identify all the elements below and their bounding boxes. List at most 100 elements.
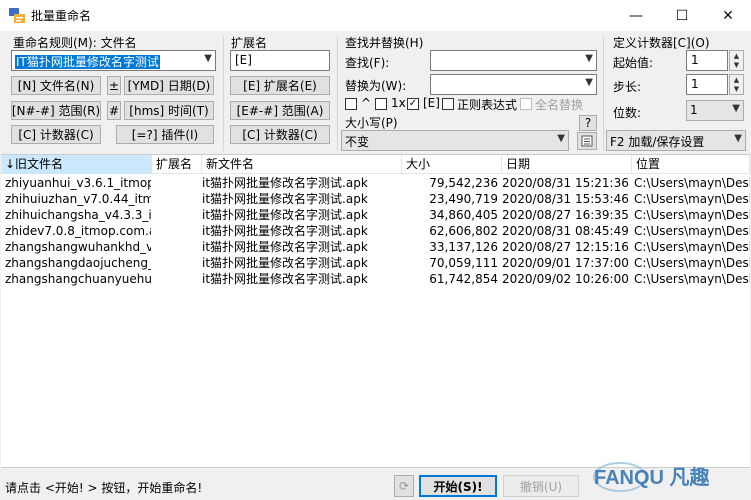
start-input[interactable]: 1 [686,50,728,71]
column-old-name[interactable]: ↓旧文件名 [1,155,152,174]
rename-rule-combo[interactable]: IT猫扑网批量修改名字测试 ▼ [11,50,216,71]
refresh-button[interactable]: ⟳ [394,475,414,497]
cell-new: it猫扑网批量修改名字测试.apk [202,176,368,190]
cell-size: 61,742,854 [429,272,498,286]
insert-time-button[interactable]: [hms] 时间(T) [124,101,214,120]
cell-new: it猫扑网批量修改名字测试.apk [202,224,368,238]
load-save-value: F2 加载/保存设置 [610,135,705,149]
once-checkbox[interactable] [375,98,387,110]
chevron-down-icon: ▼ [557,133,565,144]
extension-counter-button[interactable]: [C] 计数器(C) [230,125,330,144]
case-combo[interactable]: 不变 ▼ [341,130,569,151]
replace-combo[interactable]: ▼ [430,74,597,95]
table-row[interactable]: zhihuiuzhan_v7.0.44_itmop.com.apk it猫扑网批量… [1,191,750,207]
undo-button[interactable]: 撤销(U) [503,475,579,497]
cell-date: 2020/08/27 16:39:35 [502,208,629,222]
insert-counter-button[interactable]: [C] 计数器(C) [11,125,101,144]
close-button[interactable]: ✕ [705,0,751,31]
edit-list-button[interactable] [577,132,597,150]
load-save-combo[interactable]: F2 加载/保存设置 ▼ [606,130,746,151]
table-row[interactable]: zhangshangchuanyuehuoxian_v3.0_itmop.com… [1,271,750,287]
column-new-name[interactable]: 新文件名 [202,155,402,174]
cell-ext [152,239,202,255]
table-row[interactable]: zhihuichangsha_v4.3.3_itmop.com.apk it猫扑网… [1,207,750,223]
chevron-down-icon: ▼ [732,103,740,114]
file-list[interactable]: ↓旧文件名 扩展名 新文件名 大小 日期 位置 zhiyuanhui_v3.6.… [1,154,750,468]
caret-checkbox[interactable] [345,98,357,110]
cell-date: 2020/09/01 17:37:00 [502,256,629,270]
chevron-down-icon: ▼ [733,85,740,94]
chevron-down-icon: ▼ [585,77,593,88]
digits-combo[interactable]: 1 ▼ [686,100,744,121]
cell-new: it猫扑网批量修改名字测试.apk [202,272,368,286]
regex-label: 正则表达式 [457,98,518,112]
cell-old: zhidev7.0.8_itmop.com.apk [5,224,151,238]
watermark-logo: FANQU 凡趣 [593,462,711,492]
group-divider [223,36,224,151]
extension-checkbox[interactable]: ✓ [407,98,419,110]
rename-rule-label: 重命名规则(M): 文件名 [13,36,137,50]
cell-ext [152,255,202,271]
table-row[interactable]: zhangshangwuhankhd_v5.6.0_itmop.com.apk i… [1,239,750,255]
insert-filename-button[interactable]: [N] 文件名(N) [11,76,101,95]
cell-date: 2020/08/31 15:21:36 [502,176,629,190]
cell-old: zhangshangwuhankhd_v5.6.0_itmop.com.apk [5,240,151,254]
column-location[interactable]: 位置 [632,155,750,174]
find-replace-label: 查找并替换(H) [345,36,424,50]
cell-loc: C:\Users\mayn\Desktop [634,208,750,222]
extension-label: 扩展名 [231,36,268,50]
group-divider [603,36,604,151]
fullname-checkbox[interactable] [520,98,532,110]
column-date[interactable]: 日期 [502,155,632,174]
counter-label: 定义计数器[C](O) [613,36,710,50]
regex-checkbox[interactable] [442,98,454,110]
cell-old: zhihuichangsha_v4.3.3_itmop.com.apk [5,208,151,222]
column-size[interactable]: 大小 [402,155,502,174]
cell-size: 70,059,111 [429,256,498,270]
step-spinner[interactable]: ▲ ▼ [729,74,744,95]
case-label: 大小写(P) [345,116,398,130]
app-icon [9,8,25,23]
replace-label: 替换为(W): [345,79,407,93]
status-text: 请点击 <开始! > 按钮，开始重命名! [5,481,203,495]
hash-button[interactable]: # [107,101,121,120]
cell-size: 33,137,126 [429,240,498,254]
extension-range-button[interactable]: [E#-#] 范围(A) [230,101,330,120]
cell-loc: C:\Users\mayn\Desktop [634,272,750,286]
start-spinner[interactable]: ▲ ▼ [729,50,744,71]
insert-date-button[interactable]: [YMD] 日期(D) [124,76,214,95]
chevron-down-icon: ▼ [733,61,740,70]
cell-old: zhihuiuzhan_v7.0.44_itmop.com.apk [5,192,151,206]
cell-old: zhiyuanhui_v3.6.1_itmop.com.apk [5,176,151,190]
step-input[interactable]: 1 [686,74,728,95]
cell-loc: C:\Users\mayn\Desktop [634,224,750,238]
find-combo[interactable]: ▼ [430,50,597,71]
insert-plugin-button[interactable]: [=?] 插件(I) [116,125,214,144]
column-extension[interactable]: 扩展名 [152,155,202,174]
close-icon: ✕ [722,7,734,24]
extension-input[interactable]: [E] [230,50,330,71]
caret-label: ^ [361,96,372,110]
chevron-down-icon: ▼ [204,53,212,64]
cell-date: 2020/08/31 15:53:46 [502,192,629,206]
cell-loc: C:\Users\mayn\Desktop [634,192,750,206]
cell-new: it猫扑网批量修改名字测试.apk [202,256,368,270]
plus-minus-button[interactable]: ± [107,76,121,95]
cell-ext [152,191,202,207]
maximize-button[interactable]: ☐ [659,0,705,31]
start-button[interactable]: 开始(S)! [419,475,497,497]
insert-extension-button[interactable]: [E] 扩展名(E) [230,76,330,95]
table-row[interactable]: zhiyuanhui_v3.6.1_itmop.com.apk it猫扑网批量修改… [1,175,750,191]
cell-new: it猫扑网批量修改名字测试.apk [202,192,368,206]
title-bar: 批量重命名 — ☐ ✕ [0,0,751,31]
cell-ext [152,223,202,239]
cell-date: 2020/08/31 08:45:49 [502,224,629,238]
minimize-button[interactable]: — [613,0,659,31]
table-row[interactable]: zhangshangdaojucheng_v4.1.6.0_itmop.com.… [1,255,750,271]
table-row[interactable]: zhidev7.0.8_itmop.com.apk it猫扑网批量修改名字测试.a… [1,223,750,239]
cell-size: 34,860,405 [429,208,498,222]
help-button[interactable]: ? [579,115,597,131]
step-label: 步长: [613,80,642,94]
insert-range-button[interactable]: [N#-#] 范围(R) [11,101,101,120]
find-label: 查找(F): [345,56,390,70]
